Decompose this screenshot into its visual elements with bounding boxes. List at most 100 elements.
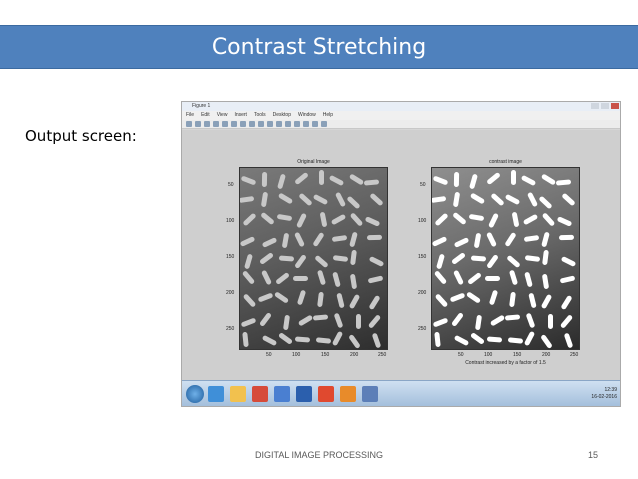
rice-grain: [451, 312, 465, 328]
menu-file[interactable]: File: [186, 111, 194, 120]
menu-view[interactable]: View: [217, 111, 228, 120]
rice-grain: [450, 251, 466, 265]
chrome-icon[interactable]: [318, 386, 334, 402]
rice-grain: [355, 313, 361, 329]
output-label: Output screen:: [25, 127, 137, 145]
figure-window-title: Figure 1: [192, 103, 211, 109]
right-xtick: 100: [484, 352, 493, 358]
show-tools-icon[interactable]: [321, 121, 327, 127]
rice-grain: [489, 314, 506, 327]
rice-grain: [368, 256, 385, 268]
clock-date: 16-02-2016: [591, 394, 617, 400]
rice-grain: [315, 336, 331, 344]
window-controls: [591, 103, 619, 109]
rice-grain: [490, 192, 505, 207]
rice-grain: [259, 312, 273, 328]
open-icon[interactable]: [195, 121, 201, 127]
left-ytick: 100: [226, 218, 235, 224]
ie-icon[interactable]: [208, 386, 224, 402]
menu-help[interactable]: Help: [323, 111, 333, 120]
menu-window[interactable]: Window: [298, 111, 316, 120]
rice-grain: [542, 249, 550, 266]
rice-grain: [279, 255, 295, 262]
rice-grain: [504, 231, 517, 248]
close-icon[interactable]: [611, 103, 619, 109]
zoom-in-icon[interactable]: [231, 121, 237, 127]
rice-grain: [240, 175, 257, 186]
matlab-icon[interactable]: [340, 386, 356, 402]
right-axes-title: contrast image: [489, 159, 522, 165]
rice-grain: [453, 236, 470, 248]
rice-grain: [508, 270, 518, 286]
rice-grain: [365, 215, 381, 227]
folder-icon[interactable]: [230, 386, 246, 402]
brush-icon[interactable]: [276, 121, 282, 127]
media-icon[interactable]: [252, 386, 268, 402]
rice-grain: [453, 335, 470, 347]
plot-area: Original Image contrast image 50 100 150…: [182, 130, 620, 380]
rice-grain: [523, 271, 533, 288]
slide-footer: DIGITAL IMAGE PROCESSING: [254, 450, 384, 460]
figure-icon[interactable]: [362, 386, 378, 402]
rice-grain: [511, 211, 520, 227]
rice-grain: [557, 215, 573, 227]
rice-grain: [314, 255, 329, 269]
pointer-icon[interactable]: [222, 121, 228, 127]
menu-edit[interactable]: Edit: [201, 111, 210, 120]
rice-grain: [564, 332, 574, 349]
right-ytick: 100: [418, 218, 427, 224]
rice-grain: [349, 212, 364, 227]
rice-grain: [332, 235, 348, 243]
rice-grain: [521, 175, 537, 187]
zoom-out-icon[interactable]: [240, 121, 246, 127]
rice-grain: [467, 272, 483, 286]
word-icon[interactable]: [296, 386, 312, 402]
menu-tools[interactable]: Tools: [254, 111, 266, 120]
rice-grain: [468, 214, 484, 222]
new-figure-icon[interactable]: [186, 121, 192, 127]
menu-desktop[interactable]: Desktop: [273, 111, 291, 120]
rice-grain: [366, 235, 382, 241]
taskbar: 12:39 16-02-2016: [182, 380, 620, 406]
rice-grain: [559, 314, 573, 330]
rice-grain: [368, 294, 381, 310]
legend-icon[interactable]: [303, 121, 309, 127]
right-xtick: 50: [458, 352, 464, 358]
rotate-icon[interactable]: [258, 121, 264, 127]
hide-tools-icon[interactable]: [312, 121, 318, 127]
rice-grain: [296, 213, 308, 229]
pan-icon[interactable]: [249, 121, 255, 127]
colorbar-icon[interactable]: [294, 121, 300, 127]
print-icon[interactable]: [213, 121, 219, 127]
original-image: [239, 167, 388, 350]
rice-grain: [243, 253, 253, 270]
rice-grain: [348, 294, 361, 310]
rice-grain: [319, 211, 328, 227]
data-cursor-icon[interactable]: [267, 121, 273, 127]
rice-grain: [432, 175, 449, 186]
menu-insert[interactable]: Insert: [234, 111, 247, 120]
rice-grain: [466, 291, 482, 305]
link-icon[interactable]: [285, 121, 291, 127]
rice-grain: [561, 192, 577, 207]
save-icon[interactable]: [204, 121, 210, 127]
rice-grain: [540, 333, 554, 349]
rice-grain: [260, 211, 275, 225]
left-ytick: 50: [228, 182, 234, 188]
slide-title: Contrast Stretching: [211, 35, 427, 60]
rice-grain: [508, 291, 516, 308]
rice-grain: [432, 317, 449, 328]
rice-grain: [525, 312, 536, 329]
minimize-icon[interactable]: [591, 103, 599, 109]
rice-grain: [469, 173, 479, 190]
system-clock: 12:39 16-02-2016: [591, 387, 617, 401]
rice-grain: [277, 173, 287, 190]
rice-grain: [452, 269, 464, 286]
maximize-icon[interactable]: [601, 103, 609, 109]
rice-grain: [277, 192, 294, 205]
rice-grain: [487, 336, 503, 343]
start-button-icon[interactable]: [186, 385, 204, 403]
app-icon[interactable]: [274, 386, 290, 402]
rice-grain: [349, 231, 358, 248]
rice-grain: [435, 253, 445, 270]
